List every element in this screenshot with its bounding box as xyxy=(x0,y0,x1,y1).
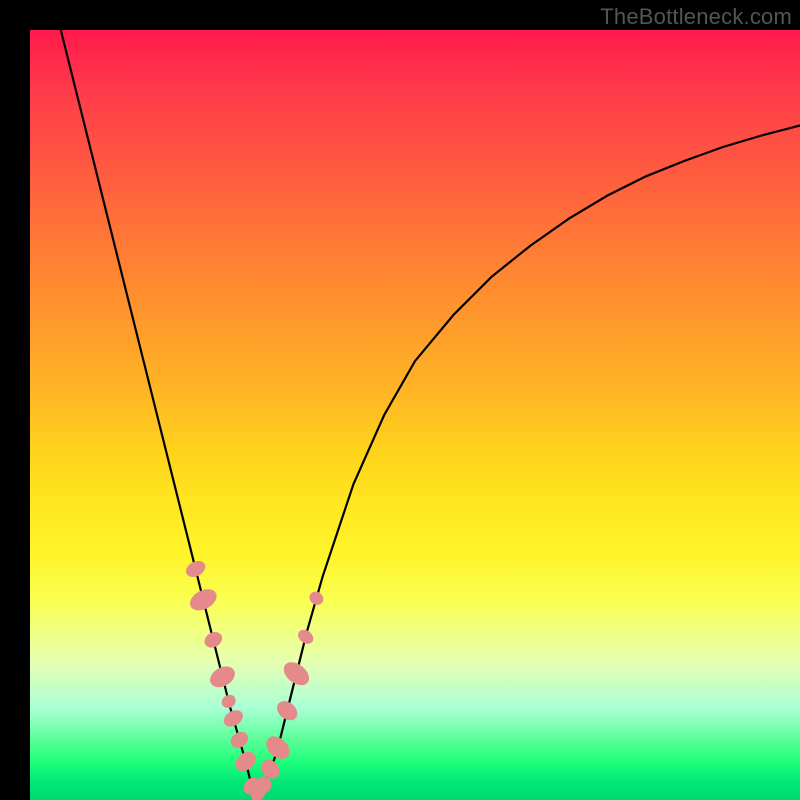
data-marker xyxy=(207,663,239,692)
data-marker xyxy=(296,627,316,646)
curve-svg xyxy=(30,30,800,800)
plot-area xyxy=(30,30,800,800)
data-marker xyxy=(220,693,238,711)
data-marker xyxy=(232,748,259,774)
chart-frame: TheBottleneck.com xyxy=(0,0,800,800)
data-marker xyxy=(262,732,293,763)
data-markers xyxy=(183,558,325,800)
bottleneck-curve xyxy=(61,30,800,792)
data-marker xyxy=(280,658,313,689)
data-marker xyxy=(187,585,220,614)
data-marker xyxy=(221,707,245,729)
watermark-label: TheBottleneck.com xyxy=(600,4,792,30)
data-marker xyxy=(228,729,251,751)
data-marker xyxy=(307,589,325,607)
data-marker xyxy=(274,698,301,724)
data-marker xyxy=(202,629,225,650)
data-marker xyxy=(183,558,207,580)
